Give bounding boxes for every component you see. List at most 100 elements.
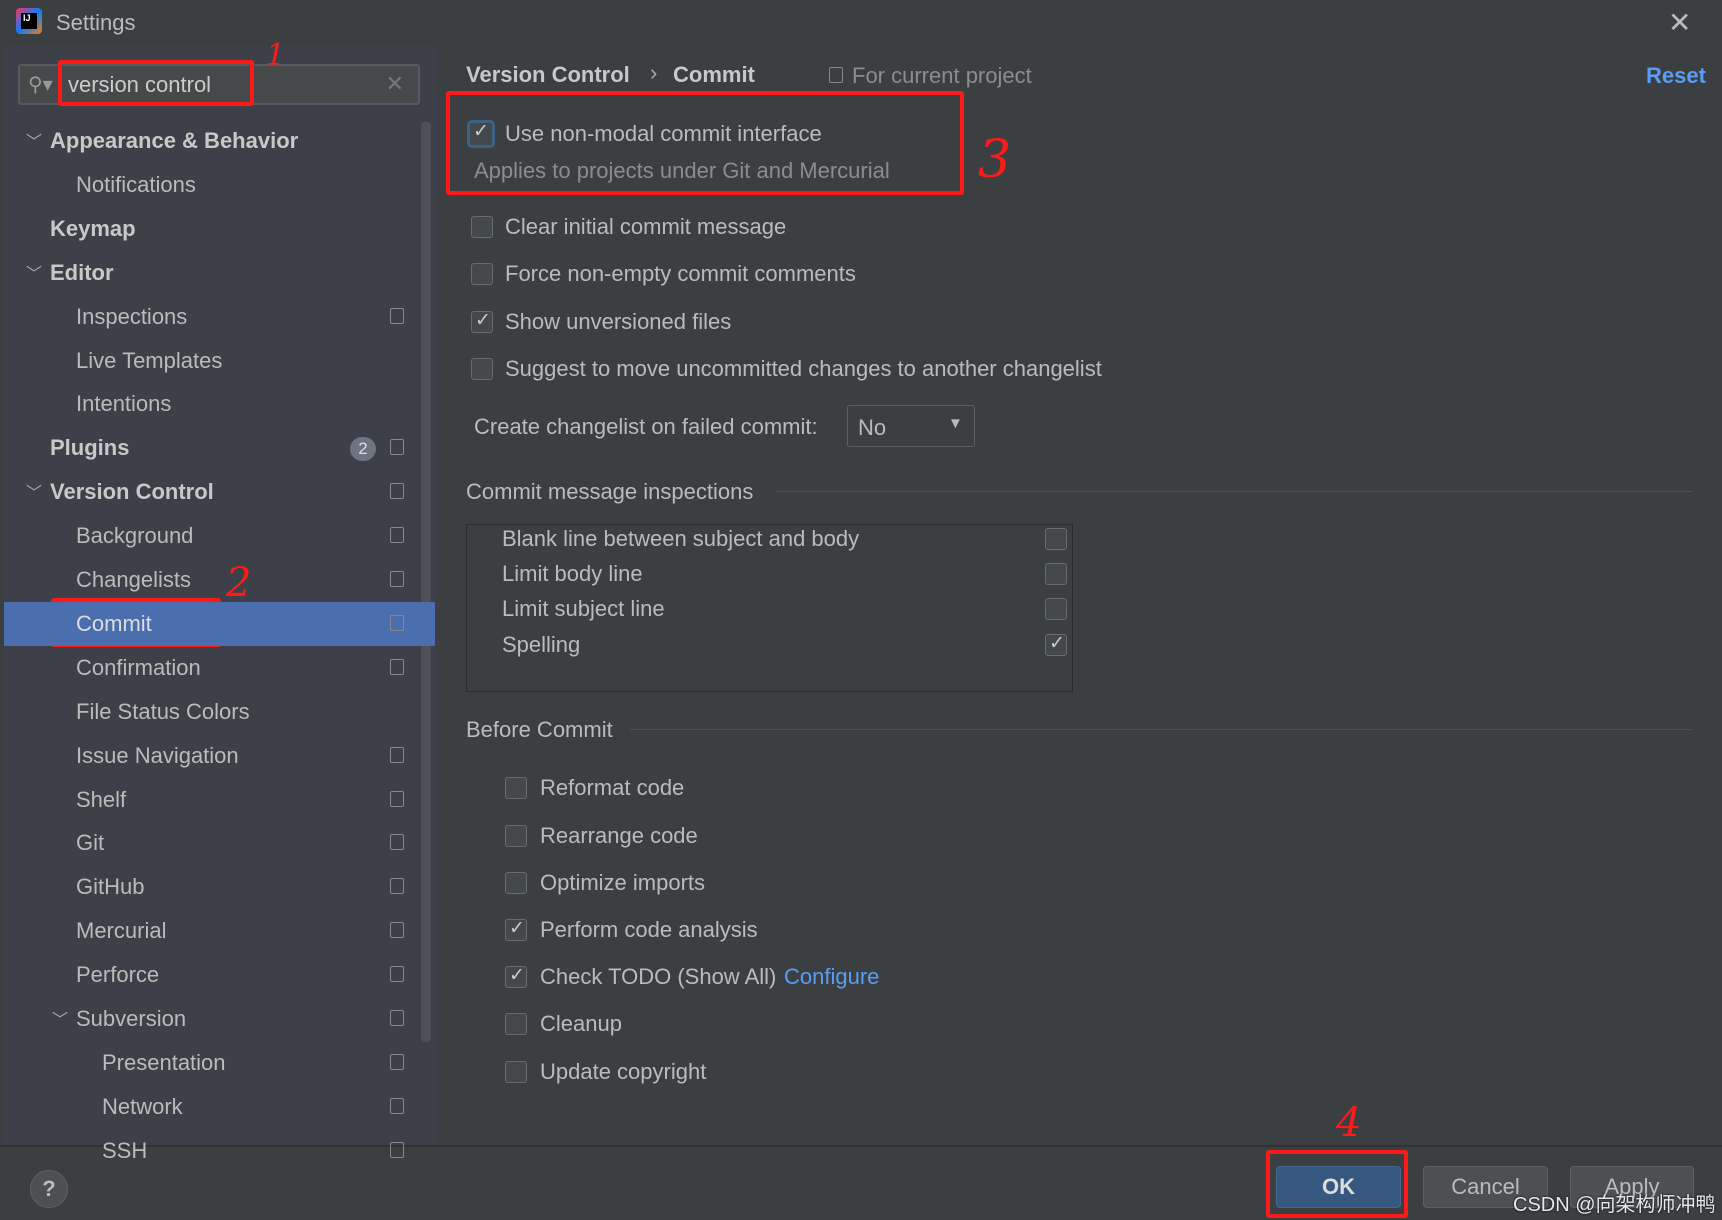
project-scope-icon (390, 483, 404, 500)
annotation-number: 4 (1336, 1100, 1362, 1146)
before-commit-label[interactable]: Reformat code (540, 775, 684, 801)
sidebar-item[interactable]: Perforce (4, 953, 435, 997)
sidebar-item[interactable]: ﹀ Appearance & Behavior (4, 119, 435, 163)
before-commit-label[interactable]: Update copyright (540, 1059, 706, 1085)
sidebar-item-label: Editor (50, 259, 114, 285)
before-commit-checkbox[interactable] (505, 1013, 527, 1035)
sidebar-item-label: Intentions (76, 391, 172, 417)
section-divider (630, 729, 1692, 730)
changelist-label: Create changelist on failed commit: (474, 414, 818, 439)
option-label[interactable]: Use non-modal commit interface (505, 121, 822, 147)
sidebar-item[interactable]: GitHub (4, 865, 435, 909)
sidebar-item[interactable]: Changelists (4, 558, 435, 602)
breadcrumb-version-control[interactable]: Version Control (466, 62, 630, 88)
changelist-value: No (858, 415, 887, 440)
sidebar-item[interactable]: ﹀ Version Control (4, 470, 435, 514)
checkbox[interactable] (471, 216, 493, 238)
checkbox[interactable] (471, 263, 493, 285)
sidebar-item[interactable]: Mercurial (4, 909, 435, 953)
sidebar-item-label: Background (76, 523, 194, 549)
sidebar-item-label: Shelf (76, 786, 127, 812)
reset-link[interactable]: Reset (1646, 63, 1706, 89)
project-scope-icon (390, 1141, 404, 1158)
scope-label: For current project (852, 63, 1032, 88)
clear-search-icon[interactable]: ✕ (386, 71, 404, 97)
sidebar-item-label: Perforce (76, 962, 160, 988)
before-commit-checkbox[interactable] (505, 964, 527, 988)
close-icon[interactable]: ✕ (1668, 6, 1691, 39)
sidebar-item[interactable]: Presentation (4, 1041, 435, 1085)
before-commit-label[interactable]: Perform code analysis (540, 917, 758, 943)
before-commit-checkbox[interactable] (505, 917, 527, 941)
sidebar-item[interactable]: ﹀ Editor (4, 251, 435, 295)
sidebar-item-label: Notifications (76, 171, 196, 197)
inspection-checkbox[interactable] (1045, 528, 1067, 550)
before-commit-label[interactable]: Optimize imports (540, 870, 705, 896)
sidebar-item[interactable]: Live Templates (4, 339, 435, 383)
option-label[interactable]: Suggest to move uncommitted changes to a… (505, 356, 1102, 382)
sidebar-item-label: Version Control (50, 479, 214, 505)
breadcrumb-separator: › (650, 60, 658, 85)
sidebar-item[interactable]: Background (4, 514, 435, 558)
before-commit-checkbox[interactable] (505, 1061, 527, 1083)
sidebar-item[interactable]: Keymap (4, 207, 435, 251)
project-scope-icon (390, 1010, 404, 1026)
inspection-checkbox[interactable] (1045, 598, 1067, 620)
chevron-down-icon[interactable]: ﹀ (26, 253, 42, 297)
sidebar-item-label: SSH (102, 1137, 148, 1163)
sidebar-item[interactable]: Confirmation (4, 646, 435, 690)
project-scope-icon (390, 746, 404, 763)
sidebar-item[interactable]: Network (4, 1085, 435, 1129)
sidebar-item[interactable]: Git (4, 821, 435, 865)
changelist-dropdown[interactable]: No ▼ (847, 405, 975, 447)
sidebar-item[interactable]: Shelf (4, 778, 435, 822)
project-scope-icon (390, 834, 404, 851)
annotation-number: 1 (266, 38, 286, 73)
chevron-down-icon[interactable]: ﹀ (26, 472, 42, 516)
sidebar-item[interactable]: Inspections (4, 295, 435, 339)
sidebar-item[interactable]: SSH (4, 1129, 435, 1173)
project-scope-icon (390, 878, 404, 895)
inspection-checkbox[interactable] (1045, 632, 1067, 656)
option-label[interactable]: Show unversioned files (505, 309, 731, 335)
window-title: Settings (56, 10, 136, 35)
project-scope-icon (390, 922, 404, 939)
before-commit-title: Before Commit (466, 717, 613, 742)
sidebar-item[interactable]: ﹀ Subversion (4, 997, 435, 1041)
sidebar-item-label: Commit (76, 610, 152, 636)
annotation-number: 3 (978, 130, 1012, 190)
sidebar-item[interactable]: Issue Navigation (4, 734, 435, 778)
before-commit-checkbox[interactable] (505, 872, 527, 894)
configure-link[interactable]: Configure (784, 964, 879, 990)
before-commit-checkbox[interactable] (505, 777, 527, 799)
sidebar-item-label: Confirmation (76, 654, 201, 680)
before-commit-checkbox[interactable] (505, 825, 527, 847)
sidebar-item-label: Network (102, 1093, 183, 1119)
inspection-label: Limit subject line (502, 596, 665, 621)
before-commit-label[interactable]: Cleanup (540, 1011, 622, 1037)
chevron-down-icon[interactable]: ﹀ (52, 999, 68, 1043)
option-label[interactable]: Clear initial commit message (505, 214, 786, 240)
annotation-box-ok (1266, 1150, 1408, 1218)
sidebar-item-label: Plugins (50, 435, 130, 461)
checkbox[interactable] (471, 358, 493, 380)
sidebar-item[interactable]: Notifications (4, 163, 435, 207)
inspections-title: Commit message inspections (466, 479, 754, 504)
help-button[interactable]: ? (30, 1170, 68, 1208)
option-label[interactable]: Force non-empty commit comments (505, 261, 856, 287)
checkbox[interactable] (467, 120, 495, 148)
project-scope-icon (390, 439, 404, 456)
sidebar-item[interactable]: Plugins 2 (4, 426, 435, 470)
sidebar-item[interactable]: File Status Colors (4, 690, 435, 734)
checkbox[interactable] (471, 309, 493, 333)
inspection-checkbox[interactable] (1045, 563, 1067, 585)
update-count-badge: 2 (350, 437, 376, 462)
chevron-down-icon[interactable]: ﹀ (26, 121, 42, 165)
sidebar-item[interactable]: Intentions (4, 382, 435, 426)
before-commit-label[interactable]: Rearrange code (540, 823, 698, 849)
project-scope-icon (390, 307, 404, 324)
sidebar-item[interactable]: Commit (4, 601, 435, 646)
annotation-box-search (58, 60, 254, 106)
before-commit-label[interactable]: Check TODO (Show All) (540, 964, 776, 990)
breadcrumb-commit: Commit (673, 62, 755, 87)
